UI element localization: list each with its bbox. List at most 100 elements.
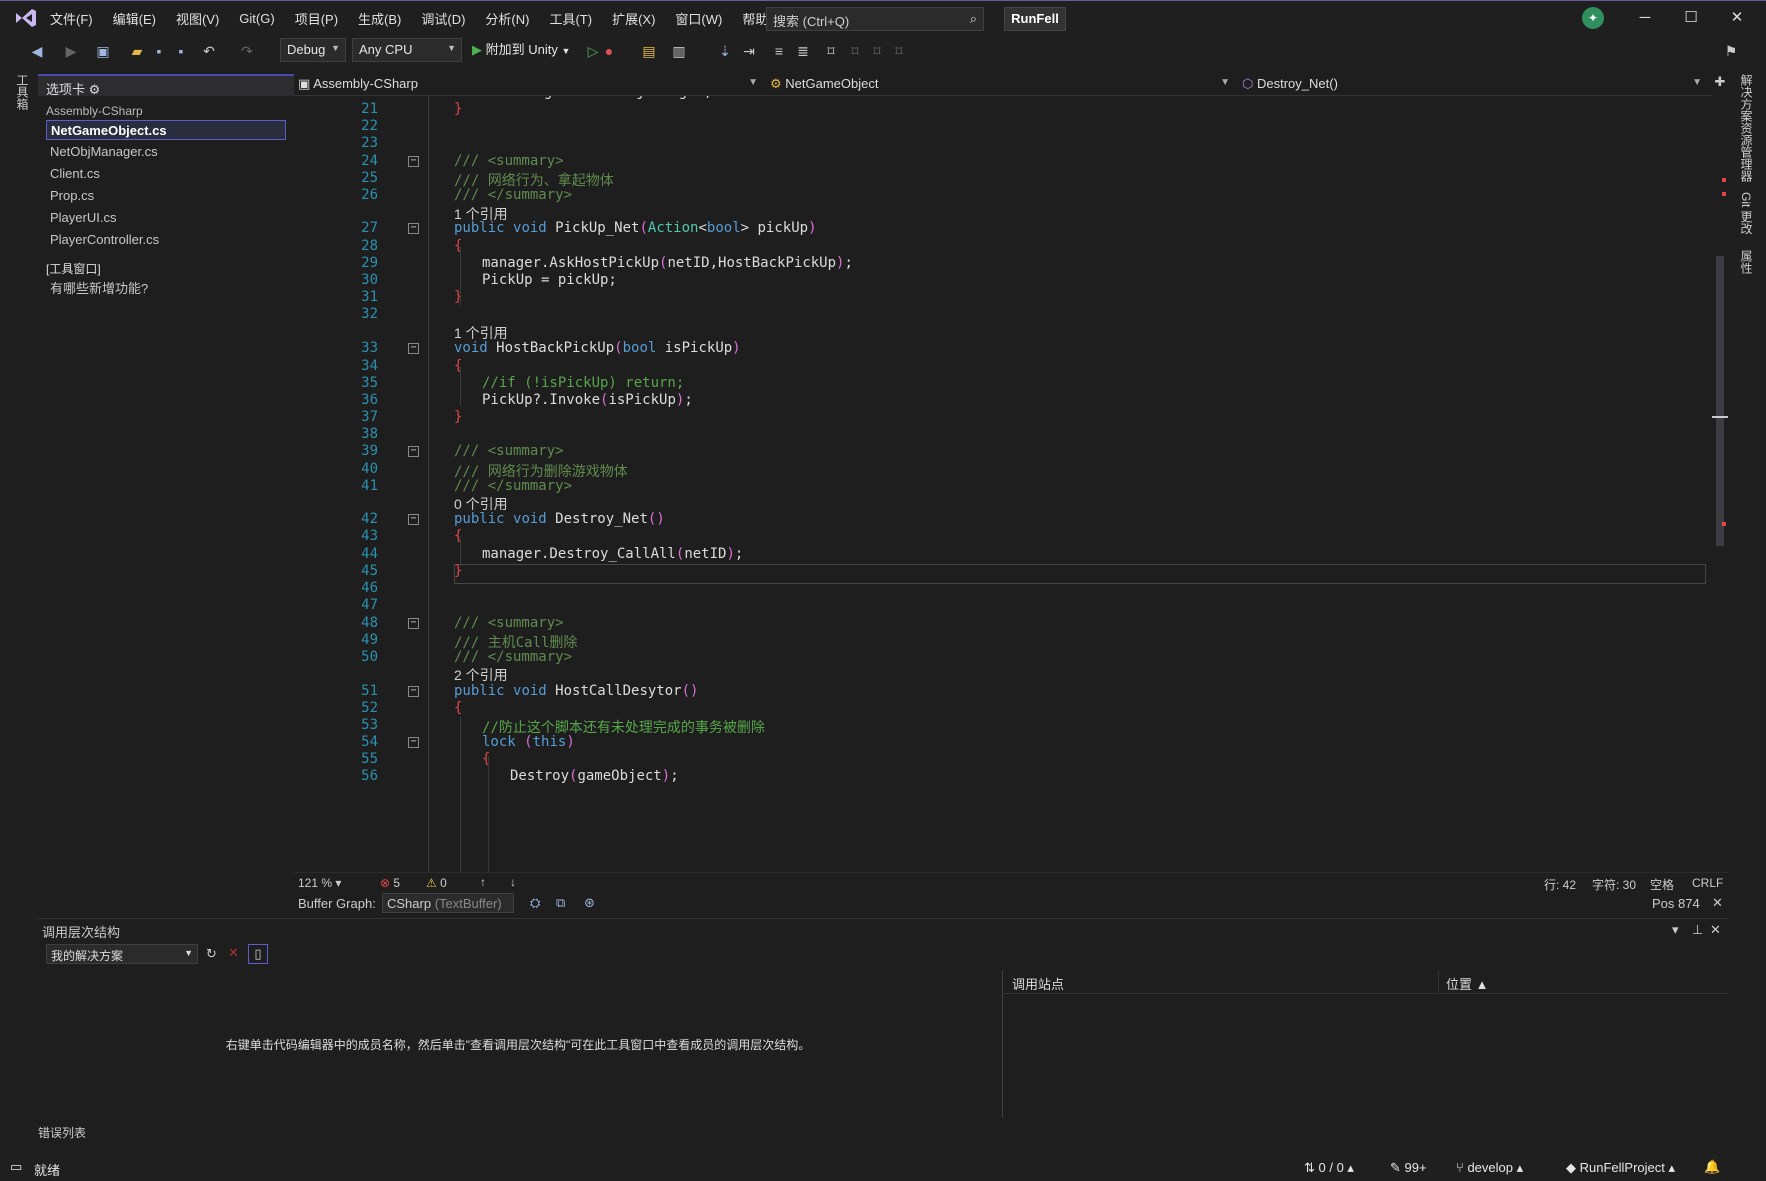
config-dropdown[interactable]: Debug ▼ (280, 38, 346, 62)
zoom-dropdown[interactable]: 121 % ▾ (298, 876, 341, 890)
fold-toggle-icon[interactable]: − (408, 618, 419, 629)
close-icon[interactable]: ✕ (1722, 7, 1752, 29)
code-line[interactable]: 56 Destroy(gameObject); (294, 768, 1712, 787)
pin-icon[interactable]: ⊥ (1692, 922, 1703, 938)
menu-item[interactable]: 视图(V) (166, 9, 229, 28)
code-editor[interactable]: 20 manager = netObjManager; 21} 2223 24 − /// … (294, 96, 1712, 872)
menu-item[interactable]: 文件(F) (40, 9, 103, 28)
sync-status[interactable]: ⇅ 0 / 0 ▴ (1304, 1160, 1354, 1176)
chevron-down-icon[interactable]: ▾ (1672, 922, 1679, 938)
member-dropdown[interactable]: ⬡ Destroy_Net() ▼ (1242, 76, 1708, 94)
hot-reload-icon[interactable]: ● (600, 42, 618, 60)
fold-toggle-icon[interactable]: − (408, 737, 419, 748)
location-column-header[interactable]: 位置 ▲ (1446, 974, 1489, 993)
fold-toggle-icon[interactable]: − (408, 343, 419, 354)
fold-toggle-icon[interactable]: − (408, 686, 419, 697)
split-editor-icon[interactable]: ✚ (1712, 74, 1728, 96)
gear-icon[interactable]: ⚙ (89, 82, 101, 97)
class-dropdown[interactable]: ⚙ NetGameObject ▼ (770, 76, 1236, 94)
code-line[interactable]: 43 { (294, 528, 1712, 547)
menu-item[interactable]: 项目(P) (285, 9, 348, 28)
changes-status[interactable]: ✎ 99+ (1390, 1160, 1427, 1176)
code-line[interactable]: 47 (294, 597, 1712, 616)
menu-item[interactable]: Git(G) (229, 11, 284, 26)
toolbox-tab[interactable]: 工具箱 (14, 74, 31, 110)
feedback-icon[interactable]: ⚑ (1722, 42, 1740, 60)
forward-icon[interactable]: ▶ (62, 42, 80, 60)
bookmark-icon[interactable]: ⌑ (822, 42, 840, 60)
redo-icon[interactable]: ↷ (238, 42, 256, 60)
new-project-icon[interactable]: ▣ (94, 42, 112, 60)
menu-item[interactable]: 分析(N) (475, 9, 539, 28)
menu-item[interactable]: 生成(B) (348, 9, 411, 28)
minimize-icon[interactable]: ─ (1630, 7, 1660, 29)
reference-count[interactable]: 2 个引用 (454, 665, 508, 685)
platform-dropdown[interactable]: Any CPU ▼ (352, 38, 462, 62)
tab-whats-new[interactable]: 有哪些新增功能? (46, 276, 286, 296)
tab-file[interactable]: PlayerController.cs (46, 230, 286, 250)
notification-icon[interactable]: 🔔 (1704, 1159, 1720, 1175)
indent-icon[interactable]: ≡ (770, 42, 788, 60)
scope-dropdown[interactable]: 我的解决方案 ▼ (46, 944, 198, 964)
tab-file[interactable]: NetGameObject.cs (46, 120, 286, 140)
tab-file[interactable]: NetObjManager.cs (46, 142, 286, 162)
layout-icon[interactable]: ▥ (670, 42, 688, 60)
solution-explorer-tab[interactable]: 解决方案资源管理器 (1738, 74, 1755, 182)
error-list-tab[interactable]: 错误列表 (38, 1124, 98, 1142)
tab-file[interactable]: PlayerUI.cs (46, 208, 286, 228)
visual-studio-logo-icon[interactable] (14, 7, 38, 29)
menu-item[interactable]: 扩展(X) (602, 9, 665, 28)
bookmark-next-icon[interactable]: ⌑ (868, 42, 886, 60)
whitespace-indicator[interactable]: 空格 (1650, 876, 1674, 893)
properties-tab[interactable]: 属性 (1738, 250, 1755, 274)
save-icon[interactable]: ▪ (150, 42, 168, 60)
graph-icon[interactable]: ⛭ (530, 895, 540, 911)
tab-file[interactable]: Client.cs (46, 164, 286, 184)
undo-icon[interactable]: ↶ (200, 42, 218, 60)
output-icon[interactable]: ▭ (10, 1159, 22, 1175)
graph-copy-icon[interactable]: ⧉ (556, 895, 565, 911)
code-line[interactable]: 33 − void HostBackPickUp(bool isPickUp) (294, 340, 1712, 359)
arrow-up-icon[interactable]: ↑ (480, 875, 486, 889)
solution-name-badge[interactable]: RunFell (1004, 7, 1066, 31)
fold-toggle-icon[interactable]: − (408, 446, 419, 457)
maximize-icon[interactable]: ☐ (1676, 7, 1706, 29)
refresh-icon[interactable]: ↻ (206, 946, 217, 962)
cancel-icon[interactable]: ✕ (228, 945, 239, 961)
scrollbar-thumb[interactable] (1716, 256, 1724, 546)
warning-count[interactable]: ⚠ 0 (426, 876, 447, 890)
project-dropdown[interactable]: ▣ Assembly-CSharp ▼ (298, 76, 764, 94)
outdent-icon[interactable]: ≣ (794, 42, 812, 60)
arrow-down-icon[interactable]: ↓ (510, 875, 516, 889)
callsite-column-header[interactable]: 调用站点 (1012, 974, 1064, 993)
editor-scrollbar[interactable] (1712, 96, 1728, 872)
back-icon[interactable]: ◀ (28, 42, 46, 60)
eol-indicator[interactable]: CRLF (1692, 876, 1723, 890)
error-count[interactable]: ⊗ 5 (380, 876, 400, 890)
graph-settings-icon[interactable]: ⊛ (584, 895, 595, 911)
search-input[interactable]: 搜索 (Ctrl+Q) ⌕ (766, 7, 984, 31)
menu-item[interactable]: 窗口(W) (665, 9, 732, 28)
attach-unity-button[interactable]: ▶ 附加到 Unity ▼ (472, 38, 570, 62)
solution-explorer-icon[interactable]: ▤ (640, 42, 658, 60)
step-over-icon[interactable]: ⇥ (740, 42, 758, 60)
fold-toggle-icon[interactable]: − (408, 514, 419, 525)
menu-item[interactable]: 编辑(E) (103, 9, 166, 28)
open-folder-icon[interactable]: ▰ (128, 42, 146, 60)
fold-toggle-icon[interactable]: − (408, 223, 419, 234)
bookmark-clear-icon[interactable]: ⌑ (890, 42, 908, 60)
account-avatar-icon[interactable]: ✦ (1582, 7, 1604, 29)
git-changes-tab[interactable]: Git 更改 (1738, 192, 1755, 235)
code-line[interactable]: 27 − public void PickUp_Net(Action<bool> p… (294, 220, 1712, 239)
code-line[interactable]: 23 (294, 135, 1712, 154)
close-icon[interactable]: ✕ (1710, 922, 1721, 938)
tab-file[interactable]: Prop.cs (46, 186, 286, 206)
clipboard-icon[interactable]: ▯ (248, 944, 268, 964)
step-icon[interactable]: ⇣ (716, 42, 734, 60)
save-all-icon[interactable]: ▪ (172, 42, 190, 60)
buffer-graph-dropdown[interactable]: CSharp (TextBuffer) (382, 893, 514, 913)
project-status[interactable]: ◆ RunFellProject ▴ (1566, 1160, 1675, 1176)
fold-toggle-icon[interactable]: − (408, 156, 419, 167)
branch-status[interactable]: ⑂ develop ▴ (1456, 1160, 1523, 1176)
bookmark-prev-icon[interactable]: ⌑ (846, 42, 864, 60)
